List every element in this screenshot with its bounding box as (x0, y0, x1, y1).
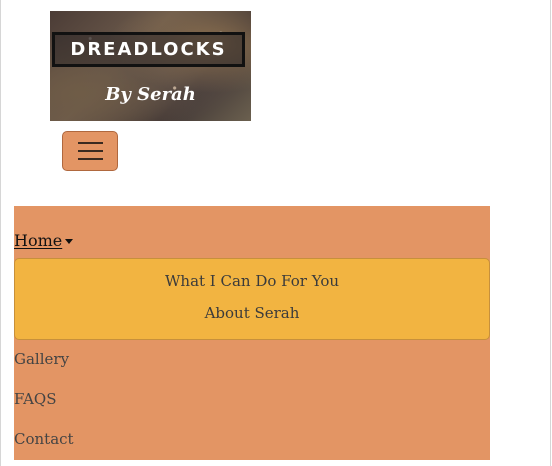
nav-link-contact[interactable]: Contact (14, 430, 74, 448)
dropdown-item-services[interactable]: What I Can Do For You (15, 272, 489, 290)
logo-title-box: DREADLOCKS (52, 32, 245, 67)
home-dropdown-menu: What I Can Do For You About Serah (14, 258, 490, 340)
logo-title: DREADLOCKS (70, 39, 227, 60)
logo-subtitle: By Serah (105, 84, 196, 105)
nav-link-faqs[interactable]: FAQS (14, 390, 57, 408)
page-border-right (550, 0, 551, 466)
dropdown-item-about[interactable]: About Serah (15, 304, 489, 322)
nav-home-dropdown-toggle[interactable]: Home (14, 231, 62, 250)
navbar-toggler-button[interactable] (62, 131, 118, 171)
navbar-menu: Home What I Can Do For You About Serah G… (14, 206, 490, 460)
nav-link-gallery[interactable]: Gallery (14, 350, 69, 368)
caret-down-icon (65, 239, 73, 244)
site-logo[interactable]: DREADLOCKS By Serah (50, 11, 251, 121)
page-border-left (0, 0, 1, 466)
